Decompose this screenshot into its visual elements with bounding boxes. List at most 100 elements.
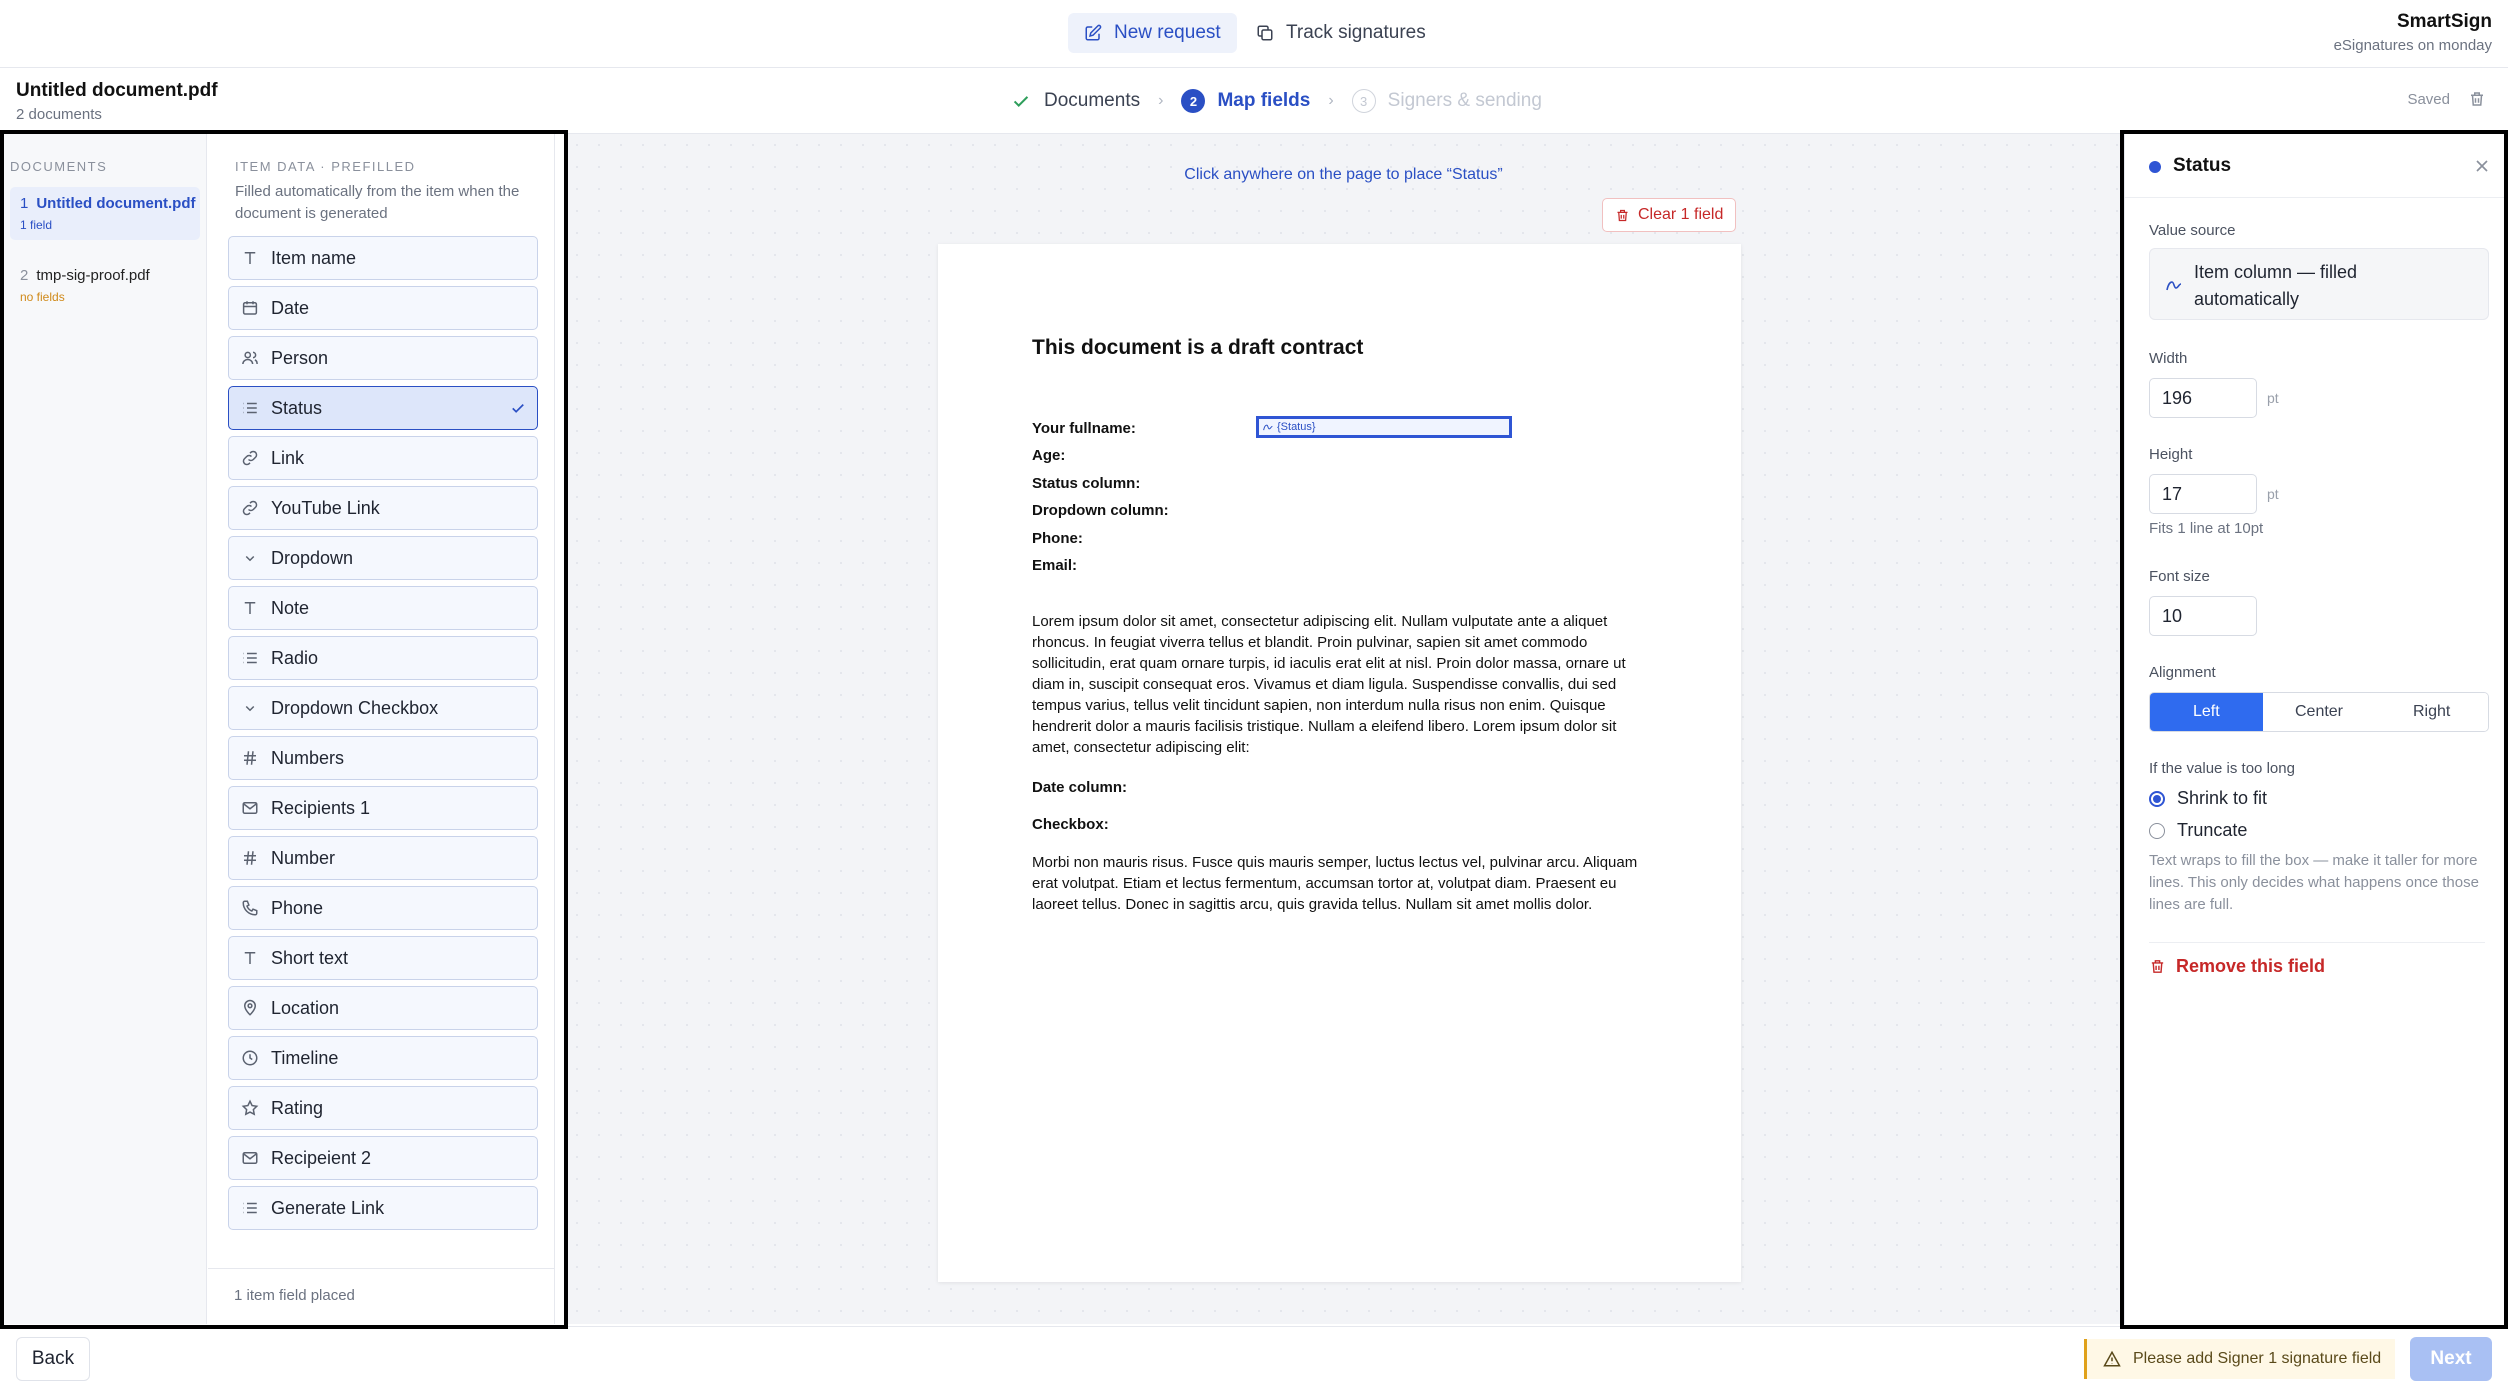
field-recipients-1[interactable]: Recipients 1 <box>228 786 538 830</box>
field-generate-link[interactable]: Generate Link <box>228 1186 538 1230</box>
field-label: Radio <box>271 647 319 668</box>
brand-name: SmartSign <box>2396 11 2492 32</box>
placed-count: 1 item field placed <box>234 1287 355 1304</box>
link-icon <box>241 449 259 467</box>
close-icon[interactable] <box>2472 156 2492 176</box>
document-name-text: Untitled document.pdf <box>36 195 196 212</box>
align-center-button[interactable]: Center <box>2262 693 2376 731</box>
step-signers-sending-label: Signers & sending <box>1387 90 1542 111</box>
pdf-row: Your fullname: <box>1032 420 1136 437</box>
field-label: Numbers <box>271 747 345 768</box>
document-title: Untitled document.pdf <box>16 80 218 101</box>
trash-icon[interactable] <box>2468 90 2486 108</box>
step-number: 2 <box>1181 89 1206 113</box>
radio-truncate[interactable]: Truncate <box>2149 820 2247 841</box>
field-dropdown[interactable]: Dropdown <box>228 536 538 580</box>
field-dropdown-checkbox[interactable]: Dropdown Checkbox <box>228 686 538 730</box>
step-signers-sending: 3 Signers & sending <box>1351 89 1542 113</box>
pdf-row: Status column: <box>1032 475 1141 492</box>
field-rating[interactable]: Rating <box>228 1086 538 1130</box>
align-right-button[interactable]: Right <box>2375 693 2488 731</box>
field-date[interactable]: Date <box>228 286 538 330</box>
tab-new-request-label: New request <box>1114 22 1221 43</box>
field-numbers[interactable]: Numbers <box>228 736 538 780</box>
next-button[interactable]: Next <box>2410 1337 2492 1381</box>
clear-fields-label: Clear 1 field <box>1638 206 1724 223</box>
placed-status-field[interactable]: {Status} <box>1256 416 1512 438</box>
document-meta: no fields <box>20 290 65 304</box>
document-index: 2 <box>20 267 29 284</box>
field-item-name[interactable]: Item name <box>228 236 538 280</box>
clear-fields-button[interactable]: Clear 1 field <box>1602 198 1737 232</box>
document-canvas[interactable]: Click anywhere on the page to place “Sta… <box>566 134 2121 1324</box>
pdf-page[interactable]: This document is a draft contract Your f… <box>938 244 1741 1282</box>
pdf-row: Dropdown column: <box>1032 502 1169 519</box>
radio-button[interactable] <box>2149 822 2165 839</box>
pdf-row: Age: <box>1032 447 1066 464</box>
warning-text: Please add Signer 1 signature field <box>2133 1350 2382 1367</box>
placement-hint: Click anywhere on the page to place “Sta… <box>1184 166 1503 183</box>
field-timeline[interactable]: Timeline <box>228 1036 538 1080</box>
pdf-paragraph: Morbi non mauris risus. Fusce quis mauri… <box>1032 854 1638 913</box>
status-dot <box>2149 161 2161 173</box>
field-label: Location <box>271 997 340 1018</box>
field-status[interactable]: Status <box>228 386 538 430</box>
documents-column: DOCUMENTS 1 Untitled document.pdf 1 field… <box>4 134 207 1324</box>
align-left-button[interactable]: Left <box>2150 693 2263 731</box>
list-icon <box>241 649 259 667</box>
field-location[interactable]: Location <box>228 986 538 1030</box>
field-label: Recipeient 2 <box>271 1147 372 1168</box>
font-size-input[interactable]: 10 <box>2149 596 2257 636</box>
radio-button[interactable] <box>2149 790 2165 807</box>
check-icon <box>509 399 527 417</box>
field-number[interactable]: Number <box>228 836 538 880</box>
document-meta: 1 field <box>20 218 53 232</box>
height-label: Height <box>2149 446 2193 463</box>
document-item[interactable]: 1 Untitled document.pdf 1 field <box>10 187 200 240</box>
link-icon <box>241 499 259 517</box>
mail-icon <box>241 1149 259 1167</box>
edit-icon <box>1084 24 1102 42</box>
trash-icon <box>2149 958 2166 975</box>
brand: SmartSign eSignatures on monday <box>2334 11 2492 54</box>
width-input[interactable]: 196 <box>2149 378 2257 418</box>
field-label: Item name <box>271 247 357 268</box>
field-person[interactable]: Person <box>228 336 538 380</box>
back-button[interactable]: Back <box>16 1337 90 1381</box>
saved-label: Saved <box>2407 90 2450 108</box>
mail-icon <box>241 799 259 817</box>
brand-subtitle: eSignatures on monday <box>2333 37 2492 54</box>
check-icon <box>1010 90 1032 112</box>
document-name: 2 tmp-sig-proof.pdf <box>20 267 200 284</box>
step-map-fields[interactable]: 2 Map fields <box>1181 89 1310 113</box>
star-icon <box>241 1099 259 1117</box>
height-input[interactable]: 17 <box>2149 474 2257 514</box>
field-phone[interactable]: Phone <box>228 886 538 930</box>
field-short-text[interactable]: Short text <box>228 936 538 980</box>
phone-icon <box>241 899 259 917</box>
field-label: YouTube Link <box>271 497 380 518</box>
field-label: Phone <box>271 897 324 918</box>
field-list: Item name Date Person Status Link YouTub… <box>228 236 538 1236</box>
tab-track-signatures[interactable]: Track signatures <box>1240 13 1442 53</box>
radio-shrink-to-fit[interactable]: Shrink to fit <box>2149 788 2267 809</box>
step-documents[interactable]: Documents <box>1010 90 1140 112</box>
field-note[interactable]: Note <box>228 586 538 630</box>
field-recipeient-2[interactable]: Recipeient 2 <box>228 1136 538 1180</box>
bottom-bar: Back Please add Signer 1 signature field… <box>0 1326 2508 1392</box>
top-bar: New request Track signatures SmartSign e… <box>0 0 2508 68</box>
placed-field-label: {Status} <box>1277 421 1316 433</box>
field-radio[interactable]: Radio <box>228 636 538 680</box>
document-header: Untitled document.pdf 2 documents Docume… <box>0 68 2508 134</box>
remove-field-button[interactable]: Remove this field <box>2149 956 2325 977</box>
document-item[interactable]: 2 tmp-sig-proof.pdf no fields <box>10 259 200 312</box>
calendar-icon <box>241 299 259 317</box>
field-label: Timeline <box>271 1047 339 1068</box>
field-link[interactable]: Link <box>228 436 538 480</box>
value-source-label: Value source <box>2149 222 2236 239</box>
overflow-note: Text wraps to fill the box — make it tal… <box>2149 852 2479 913</box>
tab-new-request[interactable]: New request <box>1068 13 1237 53</box>
stepper: Documents › 2 Map fields › 3 Signers & s… <box>1010 68 1542 134</box>
alignment-selector: Left Center Right <box>2149 692 2489 732</box>
field-youtube-link[interactable]: YouTube Link <box>228 486 538 530</box>
